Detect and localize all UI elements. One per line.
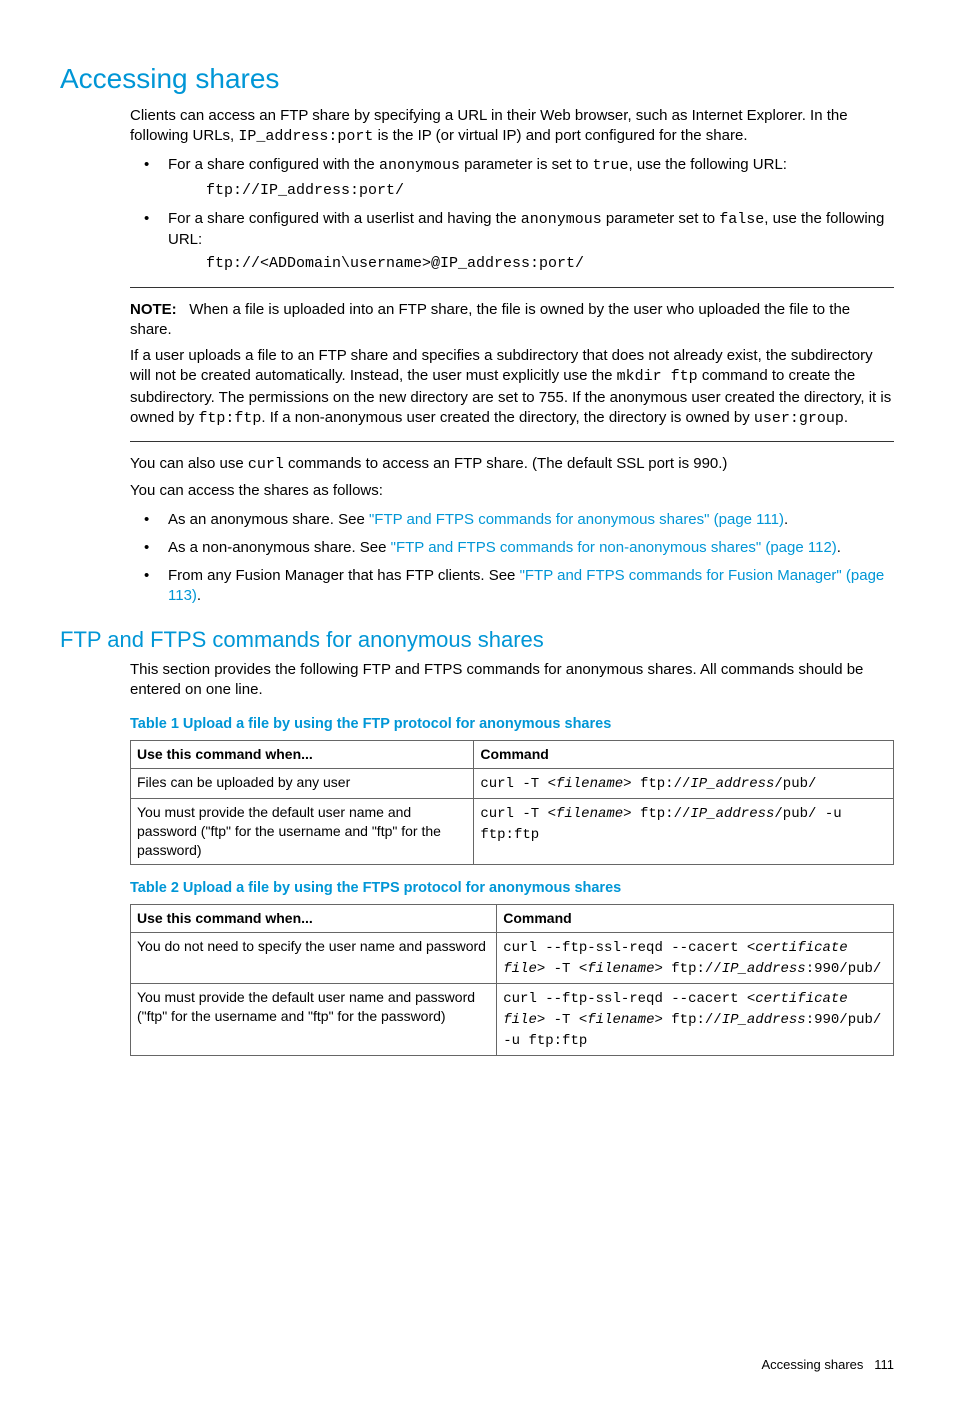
list-item: As a non-anonymous share. See "FTP and F… — [130, 538, 894, 558]
table-cell: You do not need to specify the user name… — [131, 933, 497, 984]
note-label: NOTE: — [130, 301, 177, 318]
note-paragraph-2: If a user uploads a file to an FTP share… — [130, 346, 894, 429]
heading-accessing-shares: Accessing shares — [60, 60, 894, 98]
link-anon-commands[interactable]: "FTP and FTPS commands for anonymous sha… — [369, 511, 784, 528]
url-list: For a share configured with the anonymou… — [130, 155, 894, 274]
table-1-caption: Table 1 Upload a file by using the FTP p… — [130, 715, 894, 735]
inline-code: mkdir ftp — [617, 368, 698, 385]
code-param: <filename> — [579, 961, 663, 977]
text: . If a non-anonymous user created the di… — [261, 409, 753, 426]
text: As an anonymous share. See — [168, 511, 369, 528]
inline-code: anonymous — [521, 211, 602, 228]
code: ftp:// — [663, 961, 722, 977]
code: curl -T — [480, 806, 547, 822]
code: /pub/ — [774, 776, 816, 792]
code: -T — [545, 961, 579, 977]
table-2: Use this command when... Command You do … — [130, 904, 894, 1055]
divider — [130, 287, 894, 288]
code: :990/pub/ — [806, 961, 882, 977]
code-block: ftp://IP_address:port/ — [206, 181, 894, 201]
text: is the IP (or virtual IP) and port confi… — [373, 127, 747, 144]
text: When a file is uploaded into an FTP shar… — [130, 301, 850, 338]
code: -T — [545, 1012, 579, 1028]
access-list: As an anonymous share. See "FTP and FTPS… — [130, 510, 894, 607]
code-param: IP_address — [722, 961, 806, 977]
paragraph: This section provides the following FTP … — [130, 660, 894, 701]
table-cell: Files can be uploaded by any user — [131, 769, 474, 799]
page-footer: Accessing shares 111 — [60, 1356, 894, 1374]
table-header: Use this command when... — [131, 905, 497, 933]
paragraph: You can also use curl commands to access… — [130, 454, 894, 475]
inline-code: curl — [248, 456, 284, 473]
code-block: ftp://<ADDomain\username>@IP_address:por… — [206, 254, 894, 274]
inline-code: user:group — [754, 410, 844, 427]
code-param: <filename> — [548, 776, 632, 792]
inline-code: ftp:ftp — [198, 410, 261, 427]
footer-title: Accessing shares — [762, 1357, 864, 1372]
table-header: Use this command when... — [131, 741, 474, 769]
list-item: From any Fusion Manager that has FTP cli… — [130, 566, 894, 607]
text: parameter set to — [602, 210, 720, 227]
table-header: Command — [474, 741, 894, 769]
text: You can also use — [130, 455, 248, 472]
text: For a share configured with the — [168, 156, 379, 173]
list-item: As an anonymous share. See "FTP and FTPS… — [130, 510, 894, 530]
code: ftp:// — [663, 1012, 722, 1028]
code: curl --ftp-ssl-reqd --cacert — [503, 940, 747, 956]
divider — [130, 441, 894, 442]
inline-code: anonymous — [379, 157, 460, 174]
code-param: <filename> — [548, 806, 632, 822]
text: As a non-anonymous share. See — [168, 539, 391, 556]
code-param: IP_address — [722, 1012, 806, 1028]
paragraph: You can access the shares as follows: — [130, 481, 894, 501]
table-cell: curl -T <filename> ftp://IP_address/pub/… — [474, 799, 894, 865]
code-param: IP_address — [690, 776, 774, 792]
inline-code: true — [593, 157, 629, 174]
list-item: For a share configured with the anonymou… — [130, 155, 894, 201]
heading-ftp-commands-anon: FTP and FTPS commands for anonymous shar… — [60, 625, 894, 655]
list-item: For a share configured with a userlist a… — [130, 209, 894, 275]
table-cell: curl -T <filename> ftp://IP_address/pub/ — [474, 769, 894, 799]
table-cell: You must provide the default user name a… — [131, 799, 474, 865]
text: . — [844, 409, 848, 426]
note-paragraph: NOTE: When a file is uploaded into an FT… — [130, 300, 894, 341]
code: ftp:// — [632, 806, 691, 822]
code-param: <filename> — [579, 1012, 663, 1028]
code-param: IP_address — [690, 806, 774, 822]
page-number: 111 — [874, 1357, 894, 1372]
table-cell: curl --ftp-ssl-reqd --cacert <certificat… — [497, 983, 894, 1055]
text: parameter is set to — [460, 156, 593, 173]
text: . — [784, 511, 788, 528]
inline-code: false — [719, 211, 764, 228]
code: ftp:// — [632, 776, 691, 792]
text: , use the following URL: — [629, 156, 787, 173]
table-cell: curl --ftp-ssl-reqd --cacert <certificat… — [497, 933, 894, 984]
link-nonanon-commands[interactable]: "FTP and FTPS commands for non-anonymous… — [391, 539, 837, 556]
inline-code: IP_address:port — [238, 128, 373, 145]
table-header: Command — [497, 905, 894, 933]
text: . — [197, 587, 201, 604]
code: curl -T — [480, 776, 547, 792]
intro-paragraph: Clients can access an FTP share by speci… — [130, 106, 894, 148]
text: From any Fusion Manager that has FTP cli… — [168, 567, 520, 584]
table-2-caption: Table 2 Upload a file by using the FTPS … — [130, 879, 894, 899]
table-1: Use this command when... Command Files c… — [130, 740, 894, 864]
text: . — [837, 539, 841, 556]
text: For a share configured with a userlist a… — [168, 210, 521, 227]
code: curl --ftp-ssl-reqd --cacert — [503, 991, 747, 1007]
table-cell: You must provide the default user name a… — [131, 983, 497, 1055]
text: commands to access an FTP share. (The de… — [284, 455, 728, 472]
